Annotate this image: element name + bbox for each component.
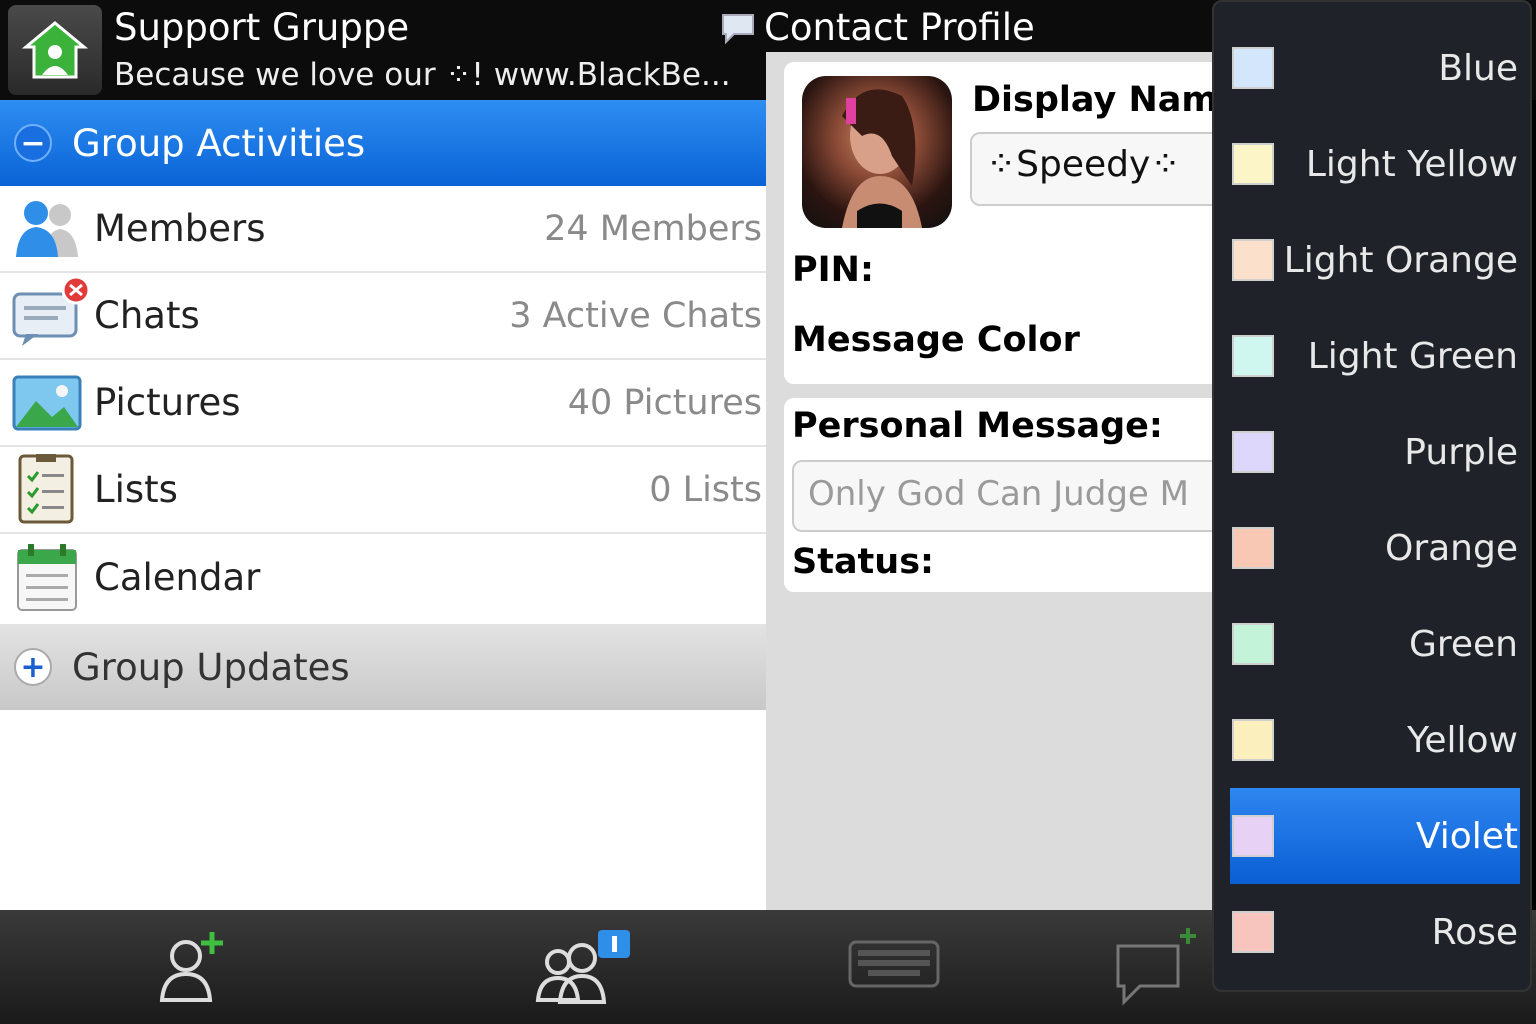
color-option-label: Purple xyxy=(1404,431,1518,473)
house-icon xyxy=(22,21,88,79)
personal-message-field[interactable]: Only God Can Judge M xyxy=(792,460,1216,532)
color-option-orange[interactable]: Orange xyxy=(1230,500,1520,596)
list-item-label: Pictures xyxy=(94,381,241,424)
status-label: Status: xyxy=(792,542,935,582)
color-swatch xyxy=(1232,335,1274,377)
color-option-label: Light Yellow xyxy=(1305,143,1518,185)
collapse-icon[interactable]: − xyxy=(14,124,52,162)
color-swatch xyxy=(1232,815,1274,857)
profile-card: Display Nam ⁘Speedy⁘ PIN: Message Color xyxy=(784,62,1216,384)
color-option-label: Light Green xyxy=(1307,335,1518,377)
group-activities-title: Group Activities xyxy=(72,121,366,165)
group-updates-header[interactable]: + Group Updates xyxy=(0,624,766,710)
chats-icon xyxy=(12,275,91,348)
color-option-green[interactable]: Green xyxy=(1230,596,1520,692)
color-swatch xyxy=(1232,239,1274,281)
group-description: Because we love our ⁘! www.BlackBe... xyxy=(114,57,731,93)
new-chat-icon xyxy=(1116,928,1196,1006)
message-color-menu: Blue Light Yellow Light Orange Light Gre… xyxy=(1212,0,1532,992)
pin-label: PIN: xyxy=(792,250,874,290)
list-item-pictures[interactable]: Pictures 40 Pictures xyxy=(0,360,766,447)
color-option-light-yellow[interactable]: Light Yellow xyxy=(1230,116,1520,212)
list-item-count: 24 Members xyxy=(544,208,762,249)
color-option-yellow[interactable]: Yellow xyxy=(1230,692,1520,788)
display-name-label: Display Nam xyxy=(972,80,1216,120)
color-swatch xyxy=(1232,719,1274,761)
list-item-chats[interactable]: Chats 3 Active Chats xyxy=(0,273,766,360)
invite-member-icon xyxy=(159,932,223,1002)
list-item-label: Chats xyxy=(94,294,200,337)
group-updates-title: Group Updates xyxy=(72,645,350,689)
list-item-count: 0 Lists xyxy=(649,469,762,510)
group-activities-list: Members 24 Members Chats 3 Active Chats xyxy=(0,186,766,621)
color-option-label: Light Orange xyxy=(1283,239,1518,281)
invite-member-button[interactable] xyxy=(140,924,250,1014)
color-swatch xyxy=(1232,431,1274,473)
keyboard-button[interactable] xyxy=(846,924,956,1014)
list-item-count: 3 Active Chats xyxy=(509,295,762,336)
list-item-members[interactable]: Members 24 Members xyxy=(0,186,766,273)
list-item-label: Calendar xyxy=(94,556,261,599)
color-swatch xyxy=(1232,47,1274,89)
message-color-label: Message Color xyxy=(792,320,1080,360)
speech-bubble-icon xyxy=(722,14,754,45)
list-item-lists[interactable]: Lists 0 Lists xyxy=(0,447,766,534)
list-item-count: 40 Pictures xyxy=(567,382,762,423)
color-swatch xyxy=(1232,143,1274,185)
group-panel: − Group Activities Members 24 Members Ch… xyxy=(0,100,766,910)
color-option-label: Yellow xyxy=(1407,719,1518,761)
new-chat-button[interactable] xyxy=(1110,924,1220,1014)
contact-profile-panel: Display Nam ⁘Speedy⁘ PIN: Message Color … xyxy=(766,52,1216,910)
list-item-label: Members xyxy=(94,207,266,250)
color-option-label: Blue xyxy=(1438,47,1518,89)
group-members-info-icon xyxy=(535,930,630,1004)
personal-message-card: Personal Message: Only God Can Judge M S… xyxy=(784,398,1216,592)
color-option-light-green[interactable]: Light Green xyxy=(1230,308,1520,404)
contact-avatar[interactable] xyxy=(802,76,952,228)
group-members-button[interactable] xyxy=(522,924,632,1014)
group-activities-header[interactable]: − Group Activities xyxy=(0,100,766,186)
display-name-field[interactable]: ⁘Speedy⁘ xyxy=(970,132,1216,206)
color-option-label: Green xyxy=(1408,623,1518,665)
expand-icon[interactable]: + xyxy=(14,648,52,686)
color-option-label: Violet xyxy=(1415,815,1518,857)
color-option-blue[interactable]: Blue xyxy=(1230,20,1520,116)
members-icon xyxy=(12,197,82,261)
personal-message-label: Personal Message: xyxy=(792,406,1163,446)
color-option-light-orange[interactable]: Light Orange xyxy=(1230,212,1520,308)
group-name: Support Gruppe xyxy=(114,6,410,49)
list-item-calendar[interactable]: Calendar xyxy=(0,534,766,621)
color-swatch xyxy=(1232,623,1274,665)
keyboard-icon xyxy=(848,940,940,988)
list-item-label: Lists xyxy=(94,468,178,511)
pictures-icon xyxy=(12,371,82,435)
group-home-icon[interactable] xyxy=(8,5,102,95)
contact-profile-title: Contact Profile xyxy=(764,6,1035,49)
color-option-label: Orange xyxy=(1384,527,1518,569)
color-option-purple[interactable]: Purple xyxy=(1230,404,1520,500)
color-swatch xyxy=(1232,527,1274,569)
lists-icon xyxy=(12,453,82,523)
color-swatch xyxy=(1232,911,1274,953)
color-option-rose[interactable]: Rose xyxy=(1230,884,1520,980)
color-option-label: Rose xyxy=(1431,911,1518,953)
color-option-violet[interactable]: Violet xyxy=(1230,788,1520,884)
calendar-icon xyxy=(12,543,82,611)
